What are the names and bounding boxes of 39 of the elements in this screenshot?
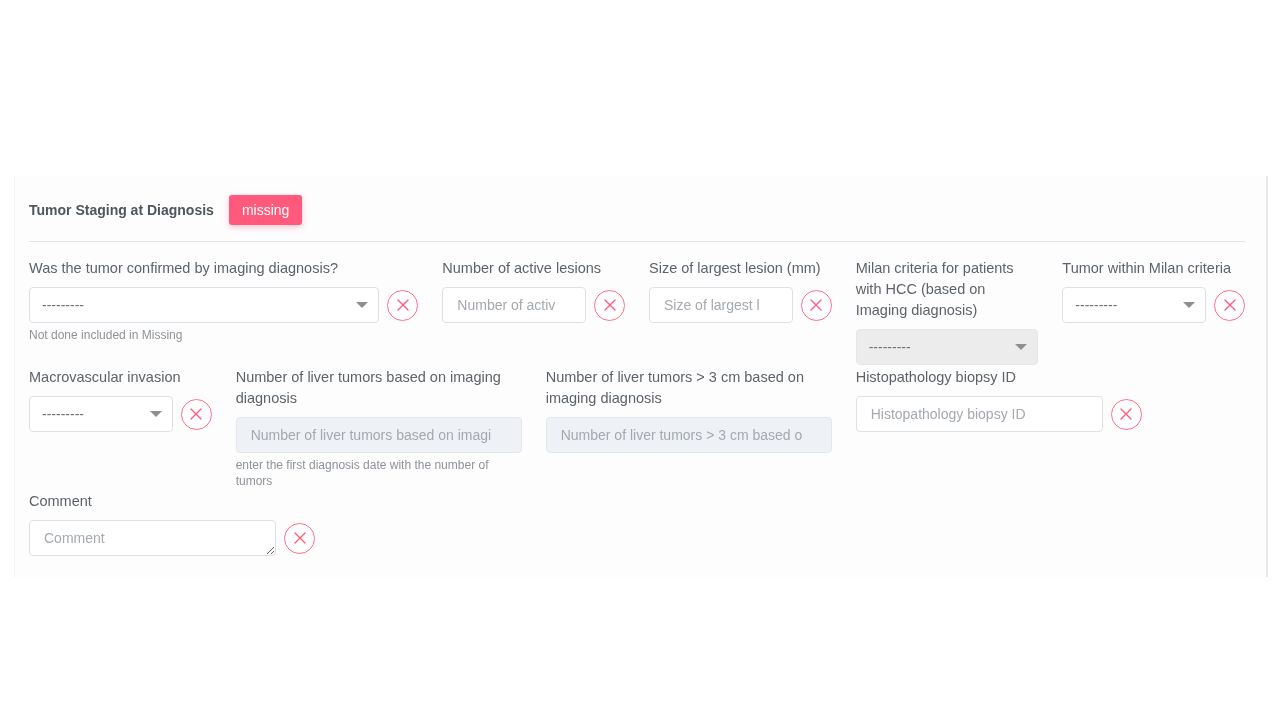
close-icon	[293, 532, 306, 544]
close-icon	[1223, 299, 1236, 311]
caret-icon	[1183, 302, 1195, 308]
help-text: Not done included in Missing	[29, 327, 184, 343]
close-icon	[1120, 408, 1133, 420]
close-icon	[190, 408, 203, 420]
comment-field[interactable]: Comment	[29, 520, 276, 556]
caret-icon	[149, 411, 162, 417]
field-label: Was the tumor confirmed by imaging diagnosis?	[29, 259, 339, 278]
field-label: Number of liver tumors based on imaging diagnosis	[235, 368, 502, 408]
section-title: Tumor Staging at Diagnosis	[29, 200, 214, 220]
select-field[interactable]: ---------	[29, 396, 173, 432]
input-field[interactable]: Number of activ	[442, 287, 586, 323]
close-icon	[396, 299, 409, 311]
help-text: enter the first diagnosis date with the number of tumors	[235, 457, 490, 489]
field-label: Histopathology biopsy ID	[855, 368, 1018, 387]
close-icon	[810, 299, 823, 311]
input-field[interactable]: Size of largest l	[649, 287, 793, 323]
status-badge: missing	[228, 195, 303, 225]
clear-button[interactable]	[800, 289, 832, 321]
field-label: Milan criteria for patients with HCC (based on Imaging diagnosis)	[855, 259, 1015, 320]
clear-button[interactable]	[594, 289, 625, 321]
clear-button[interactable]	[180, 398, 212, 430]
clear-button[interactable]	[1110, 398, 1142, 430]
close-icon	[603, 299, 616, 311]
field-label: Tumor within Milan criteria	[1062, 259, 1232, 278]
field-label: Macrovascular invasion	[29, 368, 182, 387]
clear-button[interactable]	[1214, 289, 1245, 321]
field-label: Number of active lesions	[442, 259, 603, 278]
field-label: Number of liver tumors > 3 cm based on imaging diagnosis	[545, 368, 805, 408]
input-field[interactable]: Histopathology biopsy ID	[855, 396, 1103, 432]
caret-icon	[356, 302, 369, 308]
caret-icon	[1015, 344, 1028, 350]
field-label: Size of largest lesion (mm)	[649, 259, 822, 278]
clear-button[interactable]	[387, 289, 419, 321]
field-label: Comment	[29, 492, 93, 511]
select-field[interactable]: ---------	[29, 287, 380, 323]
select-field[interactable]: ---------	[1062, 287, 1206, 323]
clear-button[interactable]	[284, 522, 315, 554]
